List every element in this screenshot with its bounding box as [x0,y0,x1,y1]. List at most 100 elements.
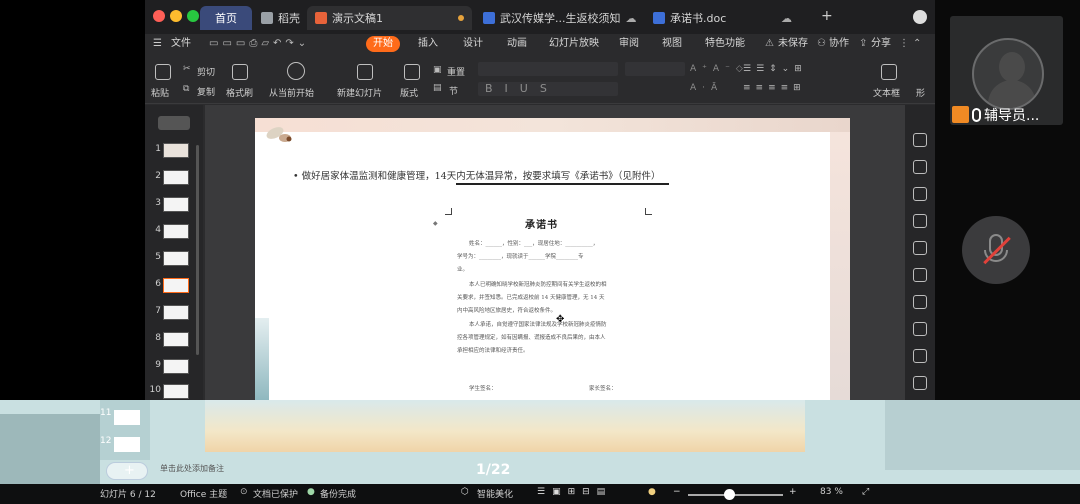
font-name-select[interactable] [478,62,618,76]
font-size-icons[interactable]: A⁺A⁻◇ [690,64,749,74]
document-title: 承诺书 [525,220,558,231]
menu-slideshow[interactable]: 幻灯片放映 [549,36,599,52]
menu-insert[interactable]: 插入 [418,36,438,52]
theme-name[interactable]: Office 主题 [180,487,227,500]
slide[interactable]: • 做好居家体温监测和健康管理，14天内无体温异常，按要求填写《承诺书》（见附件… [255,118,850,400]
minimize-window-button[interactable] [170,10,182,22]
thumb-number: 6 [155,279,161,289]
image-icon[interactable] [913,376,927,390]
play-icon[interactable] [287,62,305,80]
slide-thumbnail-8[interactable] [163,332,189,347]
collapse-ribbon-icon[interactable]: ⌃ [913,36,921,52]
shape-icon[interactable] [913,187,927,201]
zoom-level[interactable]: 83 % [820,487,843,497]
menu-file[interactable]: 文件 [171,36,191,52]
menu-design[interactable]: 设计 [463,36,483,52]
copy-button[interactable]: 复制 [197,85,215,98]
textbox-button[interactable]: 文本框 [873,86,900,99]
slide-thumbnail-1[interactable] [163,143,189,158]
slide-thumbnail-9[interactable] [163,359,189,374]
paste-label[interactable]: 粘贴 [151,86,169,99]
new-slide-button[interactable]: 新建幻灯片 [337,86,382,99]
tab-presentation[interactable]: 演示文稿1 [307,6,472,30]
tab-notice[interactable]: 武汉传媒学...生返校须知 ☁ [475,6,637,30]
zoom-in-icon[interactable]: + [789,487,797,497]
settings-icon[interactable] [913,322,927,336]
paste-icon[interactable] [155,64,171,80]
textbox-icon[interactable] [881,64,897,80]
play-from-current-button[interactable]: 从当前开始 [269,86,314,99]
tab-docer[interactable]: 稻壳 [253,6,305,30]
zoom-window-button[interactable] [187,10,199,22]
slide-thumbnail-11[interactable] [114,410,140,425]
menu-animation[interactable]: 动画 [507,36,527,52]
hamburger-menu-icon[interactable]: ☰ [153,36,162,52]
menu-collab[interactable]: 协作 [829,36,849,52]
cut-icon: ✂ [183,64,191,74]
theme-color-icon[interactable]: ● [648,487,656,497]
section-button[interactable]: 节 [449,84,458,97]
doc-protect-status[interactable]: 文档已保护 [253,487,298,500]
table-icon[interactable] [913,349,927,363]
format-painter-icon[interactable] [232,64,248,80]
mute-button[interactable] [962,216,1030,284]
new-tab-button[interactable]: + [821,8,833,24]
slide-thumbnail-10[interactable] [163,384,189,399]
notes-placeholder[interactable]: 单击此处添加备注 [160,463,224,474]
font-color-icons[interactable]: A·Ā [690,83,723,93]
docer-icon [261,12,273,24]
beautify-button[interactable]: 智能美化 [477,487,513,500]
view-toggle[interactable] [158,116,190,130]
embedded-pledge-document[interactable]: ◆ 承诺书 姓名：______，性别：___，现居住地：__________， … [433,208,653,400]
menu-view[interactable]: 视图 [662,36,682,52]
reset-button[interactable]: 重置 [447,65,465,78]
text-format-icons[interactable]: BIUS [485,82,559,95]
comment-icon[interactable] [913,133,927,147]
menu-share[interactable]: 分享 [871,36,891,52]
slide-thumbnail-5[interactable] [163,251,189,266]
menu-special[interactable]: 特色功能 [705,36,745,52]
participant-video-tile[interactable]: 辅导员... [950,16,1063,125]
chart-icon[interactable] [913,214,927,228]
zoom-out-icon[interactable]: − [673,487,681,497]
slide-decoration-right [830,132,850,400]
layout-button[interactable]: 版式 [400,86,418,99]
more-icon[interactable]: ⋮ [899,36,909,52]
fit-window-icon[interactable]: ⤢ [862,487,869,497]
speaker-tag: 辅导员... [950,104,1063,125]
style-icon[interactable] [913,160,927,174]
transition-icon[interactable] [913,268,927,282]
slide-bullet-text[interactable]: • 做好居家体温监测和健康管理，14天内无体温异常，按要求填写《承诺书》（见附件… [293,168,660,182]
quick-access-icons[interactable]: ▭▭▭⎙▱↶↷⌄ [209,36,310,52]
doc-line: 本人已明确知晓学校新冠肺炎防控期间有关学生返校的相 [469,282,607,288]
tab-home[interactable]: 首页 [200,6,252,30]
layout-icon[interactable] [404,64,420,80]
zoom-slider[interactable] [688,494,783,496]
shape-button[interactable]: 形 [916,86,925,99]
format-painter-label[interactable]: 格式刷 [226,86,253,99]
thumbnail-scrollbar[interactable] [196,145,199,355]
animation-icon[interactable] [913,241,927,255]
menu-unsaved[interactable]: 未保存 [778,36,808,52]
tab-pledge[interactable]: 承诺书.doc ☁ [645,6,800,30]
cut-button[interactable]: 剪切 [197,65,215,78]
zoom-slider-knob[interactable] [724,489,735,500]
backup-status[interactable]: 备份完成 [320,487,356,500]
paragraph-icons[interactable]: ☰☰⇕⌄⊞ [743,64,807,74]
close-window-button[interactable] [153,10,165,22]
slide-thumbnail-7[interactable] [163,305,189,320]
slide-thumbnail-4[interactable] [163,224,189,239]
view-mode-icons[interactable]: ☰▣⊞⊟▤ [537,487,612,497]
account-icon[interactable] [913,10,927,24]
menu-review[interactable]: 审阅 [619,36,639,52]
new-slide-icon[interactable] [357,64,373,80]
add-slide-button[interactable]: + [106,462,148,480]
slide-thumbnail-6[interactable] [163,278,189,293]
slide-thumbnail-12[interactable] [114,437,140,452]
menu-start[interactable]: 开始 [366,36,400,52]
align-icons[interactable]: ≡≡≡≡⊞ [743,83,806,93]
slide-thumbnail-3[interactable] [163,197,189,212]
effects-icon[interactable] [913,295,927,309]
slide-thumbnail-2[interactable] [163,170,189,185]
font-size-select[interactable] [625,62,685,76]
